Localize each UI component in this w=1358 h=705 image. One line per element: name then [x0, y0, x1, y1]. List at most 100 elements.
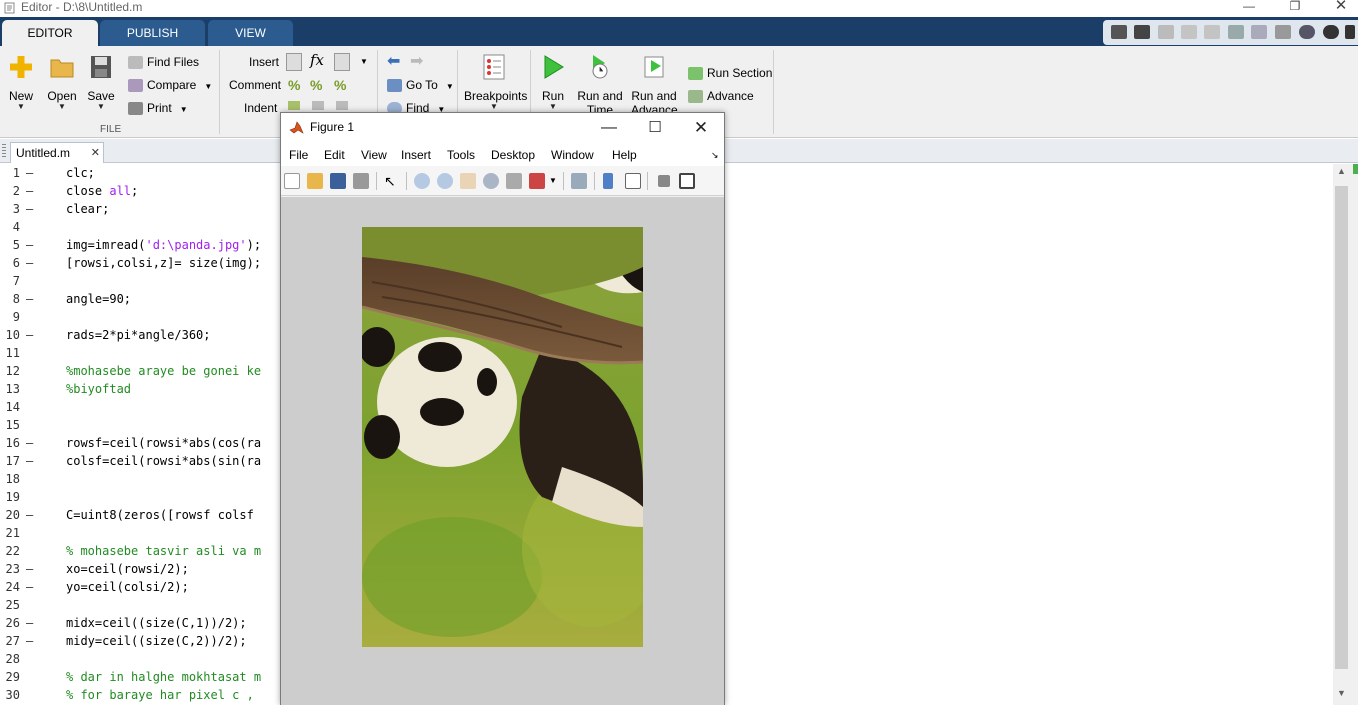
line-number[interactable]: 13 [0, 380, 20, 398]
rotate-3d-icon[interactable] [483, 173, 499, 189]
figure-close-button[interactable]: ✕ [681, 117, 721, 139]
back-arrow-icon[interactable]: ⬅ [387, 53, 400, 71]
breakpoint-marker[interactable]: – [26, 182, 33, 200]
advance-button[interactable]: Advance [688, 87, 754, 105]
data-cursor-icon[interactable] [506, 173, 522, 189]
comment-button[interactable]: Comment [229, 76, 281, 94]
line-number[interactable]: 24 [0, 578, 20, 596]
line-number[interactable]: 3 [0, 200, 20, 218]
insert-function-icon[interactable]: fx [310, 51, 324, 69]
figure-minimize-button[interactable]: — [589, 117, 629, 139]
redo-icon[interactable] [1251, 25, 1267, 39]
breakpoint-marker[interactable]: – [26, 578, 33, 596]
comment-percent-icon[interactable]: % [288, 76, 300, 94]
run-and-time-button[interactable]: Run and Time [577, 54, 623, 117]
layout-icon[interactable] [1111, 25, 1127, 39]
line-number[interactable]: 21 [0, 524, 20, 542]
insert-section-icon[interactable] [286, 53, 302, 71]
line-number[interactable]: 7 [0, 272, 20, 290]
insert-legend-icon[interactable] [625, 173, 641, 189]
breakpoint-marker[interactable]: – [26, 290, 33, 308]
undo-icon[interactable] [1228, 25, 1244, 39]
chevron-down-icon[interactable]: ▼ [549, 173, 557, 189]
indent-button[interactable]: Indent [244, 99, 277, 117]
breakpoint-marker[interactable]: – [26, 560, 33, 578]
file-tab-untitled[interactable]: Untitled.m ✕ [10, 142, 104, 163]
open-button[interactable]: Open ▼ [46, 54, 78, 111]
scroll-down-icon[interactable]: ▼ [1335, 688, 1348, 702]
paste-icon[interactable] [1204, 25, 1220, 39]
link-plot-icon[interactable] [571, 173, 587, 189]
brush-icon[interactable] [529, 173, 545, 189]
tab-editor[interactable]: EDITOR [2, 20, 98, 46]
breakpoint-marker[interactable]: – [26, 164, 33, 182]
minimize-ribbon-icon[interactable] [1345, 25, 1355, 39]
menu-window[interactable]: Window [551, 148, 594, 162]
line-number[interactable]: 30 [0, 686, 20, 704]
breakpoint-marker[interactable]: – [26, 236, 33, 254]
line-number[interactable]: 22 [0, 542, 20, 560]
menu-edit[interactable]: Edit [324, 148, 345, 162]
scrollbar-thumb[interactable] [1335, 186, 1348, 669]
close-tab-icon[interactable]: ✕ [91, 143, 100, 163]
new-figure-icon[interactable] [284, 173, 300, 189]
hide-plot-tools-icon[interactable] [658, 175, 670, 187]
line-number[interactable]: 8 [0, 290, 20, 308]
tab-publish[interactable]: PUBLISH [100, 20, 205, 46]
line-number[interactable]: 16 [0, 434, 20, 452]
insert-button[interactable]: Insert [249, 53, 279, 71]
insert-colorbar-icon[interactable] [603, 173, 613, 189]
breakpoint-marker[interactable]: – [26, 254, 33, 272]
line-number[interactable]: 19 [0, 488, 20, 506]
breakpoint-marker[interactable]: – [26, 200, 33, 218]
open-file-icon[interactable] [307, 173, 323, 189]
line-number[interactable]: 28 [0, 650, 20, 668]
vertical-scrollbar[interactable]: ▲ ▼ [1333, 164, 1358, 705]
line-number[interactable]: 18 [0, 470, 20, 488]
save-button[interactable]: Save ▼ [86, 54, 116, 111]
cut-icon[interactable] [1158, 25, 1174, 39]
line-number[interactable]: 9 [0, 308, 20, 326]
save-figure-icon[interactable] [330, 173, 346, 189]
line-number[interactable]: 20 [0, 506, 20, 524]
decrease-indent-icon[interactable] [336, 101, 348, 110]
menu-desktop[interactable]: Desktop [491, 148, 535, 162]
go-to-button[interactable]: Go To ▼ [387, 76, 454, 94]
compare-button[interactable]: Compare ▼ [128, 76, 212, 94]
increase-indent-icon[interactable] [312, 101, 324, 110]
line-number[interactable]: 27 [0, 632, 20, 650]
run-and-advance-button[interactable]: Run and Advance [631, 54, 678, 117]
show-plot-tools-icon[interactable] [679, 173, 695, 189]
insert-fi-icon[interactable] [334, 53, 350, 71]
close-button[interactable]: ✕ [1326, 0, 1356, 14]
uncomment-percent-icon[interactable]: % [310, 76, 322, 94]
run-button[interactable]: Run ▼ [538, 54, 568, 111]
chevron-down-icon[interactable]: ▼ [360, 53, 368, 71]
print-button[interactable]: Print ▼ [128, 99, 188, 117]
save-icon[interactable] [1134, 25, 1150, 39]
line-number[interactable]: 6 [0, 254, 20, 272]
line-number[interactable]: 25 [0, 596, 20, 614]
line-number[interactable]: 29 [0, 668, 20, 686]
breakpoint-marker[interactable]: – [26, 632, 33, 650]
tab-view[interactable]: VIEW [208, 20, 293, 46]
menu-file[interactable]: File [289, 148, 308, 162]
menu-view[interactable]: View [361, 148, 387, 162]
breakpoint-marker[interactable]: – [26, 326, 33, 344]
wrap-comment-icon[interactable]: % [334, 76, 346, 94]
edit-plot-cursor-icon[interactable]: ↖ [384, 173, 400, 189]
breakpoint-marker[interactable]: – [26, 434, 33, 452]
line-number[interactable]: 17 [0, 452, 20, 470]
line-number[interactable]: 14 [0, 398, 20, 416]
line-number[interactable]: 5 [0, 236, 20, 254]
pan-hand-icon[interactable] [460, 173, 476, 189]
menu-help[interactable]: Help [612, 148, 637, 162]
copy-icon[interactable] [1181, 25, 1197, 39]
drag-handle-icon[interactable] [2, 144, 6, 158]
breakpoint-marker[interactable]: – [26, 614, 33, 632]
menu-insert[interactable]: Insert [401, 148, 431, 162]
minimize-button[interactable]: — [1234, 0, 1264, 14]
zoom-in-icon[interactable] [414, 173, 430, 189]
scroll-up-icon[interactable]: ▲ [1335, 166, 1348, 180]
line-number[interactable]: 15 [0, 416, 20, 434]
